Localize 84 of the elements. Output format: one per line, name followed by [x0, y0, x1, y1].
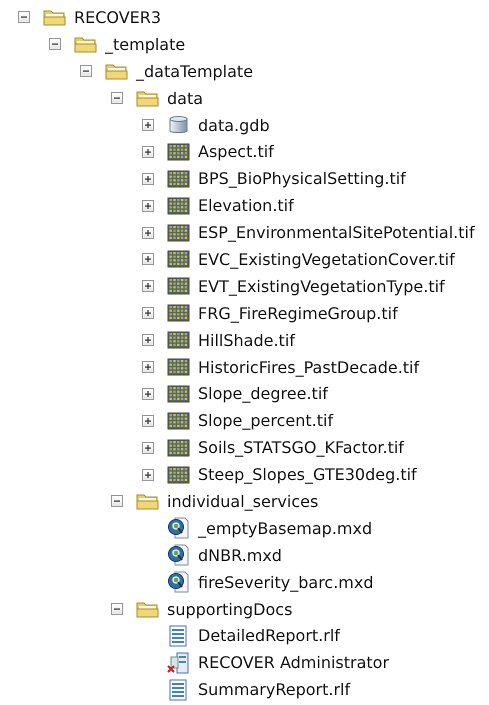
- plus-icon: [144, 363, 152, 372]
- tree-item-label[interactable]: RECOVER Administrator: [198, 653, 390, 672]
- plus-icon: [144, 202, 152, 210]
- map-document-icon: [167, 517, 190, 540]
- tree-item-label[interactable]: individual_services: [167, 492, 318, 511]
- tree-item-label[interactable]: SummaryReport.rlf: [198, 680, 350, 700]
- plus-icon: [144, 390, 152, 398]
- tree-item-label[interactable]: _dataTemplate: [136, 62, 254, 81]
- tree-item-label[interactable]: HillShade.tif: [198, 330, 295, 350]
- plus-icon: [144, 470, 152, 479]
- raster-grid-icon: [167, 438, 190, 458]
- plus-icon: [144, 121, 152, 129]
- tree-item-label[interactable]: supportingDocs: [167, 600, 292, 619]
- tree-item-label[interactable]: data: [167, 88, 204, 108]
- raster-grid-icon: [167, 276, 190, 296]
- tree-item-label[interactable]: Soils_STATSGO_KFactor.tif: [198, 438, 404, 458]
- plus-icon: [144, 174, 152, 183]
- expander-toggle[interactable]: [142, 253, 154, 266]
- expander-toggle[interactable]: [111, 603, 123, 616]
- raster-grid-icon: [167, 303, 190, 324]
- folder-icon: [43, 8, 66, 26]
- server-tool-icon: [167, 652, 190, 674]
- plus-icon: [144, 228, 152, 237]
- raster-grid-icon: [167, 330, 190, 350]
- expander-toggle[interactable]: [142, 200, 154, 212]
- raster-grid-icon: [167, 196, 190, 216]
- expander-toggle[interactable]: [142, 334, 154, 346]
- folder-icon: [105, 62, 128, 80]
- tree-item-label[interactable]: ESP_EnvironmentalSitePotential.tif: [198, 223, 475, 242]
- expander-toggle[interactable]: [49, 38, 61, 50]
- tree-item-label[interactable]: Slope_degree.tif: [198, 384, 328, 404]
- tree-item-label[interactable]: RECOVER3: [74, 8, 162, 27]
- raster-grid-icon: [167, 222, 190, 243]
- map-document-icon: [167, 544, 190, 566]
- expander-toggle[interactable]: [142, 280, 154, 292]
- raster-grid-icon: [167, 464, 190, 485]
- folder-icon: [136, 600, 159, 618]
- tree-item-label[interactable]: _template: [105, 34, 186, 54]
- tree-item-label[interactable]: Steep_Slopes_GTE30deg.tif: [198, 465, 417, 484]
- plus-icon: [144, 255, 152, 264]
- folder-icon: [136, 89, 159, 108]
- expander-toggle[interactable]: [142, 307, 154, 320]
- raster-grid-icon: [167, 357, 190, 378]
- raster-grid-icon: [167, 384, 190, 404]
- expander-toggle[interactable]: [142, 172, 154, 185]
- plus-icon: [144, 416, 152, 425]
- tree-item-label[interactable]: fireSeverity_barc.mxd: [198, 572, 374, 592]
- raster-grid-icon: [167, 168, 190, 189]
- expander-toggle[interactable]: [142, 442, 154, 454]
- plus-icon: [144, 148, 152, 156]
- plus-icon: [144, 444, 152, 452]
- expander-toggle[interactable]: [142, 468, 154, 481]
- expander-toggle[interactable]: [142, 361, 154, 374]
- plus-icon: [144, 309, 152, 318]
- tree-item-label[interactable]: Elevation.tif: [198, 196, 294, 216]
- expander-toggle[interactable]: [111, 92, 123, 104]
- tree-item-label[interactable]: _emptyBasemap.mxd: [198, 518, 372, 538]
- plus-icon: [144, 282, 152, 290]
- expander-toggle[interactable]: [142, 119, 154, 131]
- tree-item-label[interactable]: EVT_ExistingVegetationType.tif: [198, 276, 445, 296]
- tree-item-label[interactable]: data.gdb: [198, 116, 270, 134]
- raster-grid-icon: [167, 142, 190, 162]
- expander-toggle[interactable]: [142, 414, 154, 427]
- raster-grid-icon: [167, 249, 190, 270]
- expander-toggle[interactable]: [142, 388, 154, 400]
- plus-icon: [144, 336, 152, 344]
- folder-icon: [136, 492, 159, 510]
- expander-toggle[interactable]: [111, 495, 123, 508]
- tree-item-label[interactable]: BPS_BioPhysicalSetting.tif: [198, 169, 406, 188]
- tree-item-label[interactable]: Aspect.tif: [198, 142, 274, 162]
- tree-item-label[interactable]: FRG_FireRegimeGroup.tif: [198, 304, 398, 323]
- folder-icon: [74, 35, 97, 54]
- raster-grid-icon: [167, 410, 190, 431]
- expander-toggle[interactable]: [142, 226, 154, 239]
- expander-toggle[interactable]: [80, 65, 92, 78]
- expander-toggle[interactable]: [142, 146, 154, 158]
- tree-item-label[interactable]: DetailedReport.rlf: [198, 626, 340, 646]
- tree-item-label[interactable]: HistoricFires_PastDecade.tif: [198, 358, 420, 377]
- tree-item-label[interactable]: dNBR.mxd: [198, 546, 282, 565]
- expander-toggle[interactable]: [18, 11, 30, 24]
- tree-item-label[interactable]: Slope_percent.tif: [198, 411, 334, 430]
- map-document-icon: [167, 571, 190, 594]
- tree-item-label[interactable]: EVC_ExistingVegetationCover.tif: [198, 250, 455, 269]
- database-icon: [167, 115, 190, 135]
